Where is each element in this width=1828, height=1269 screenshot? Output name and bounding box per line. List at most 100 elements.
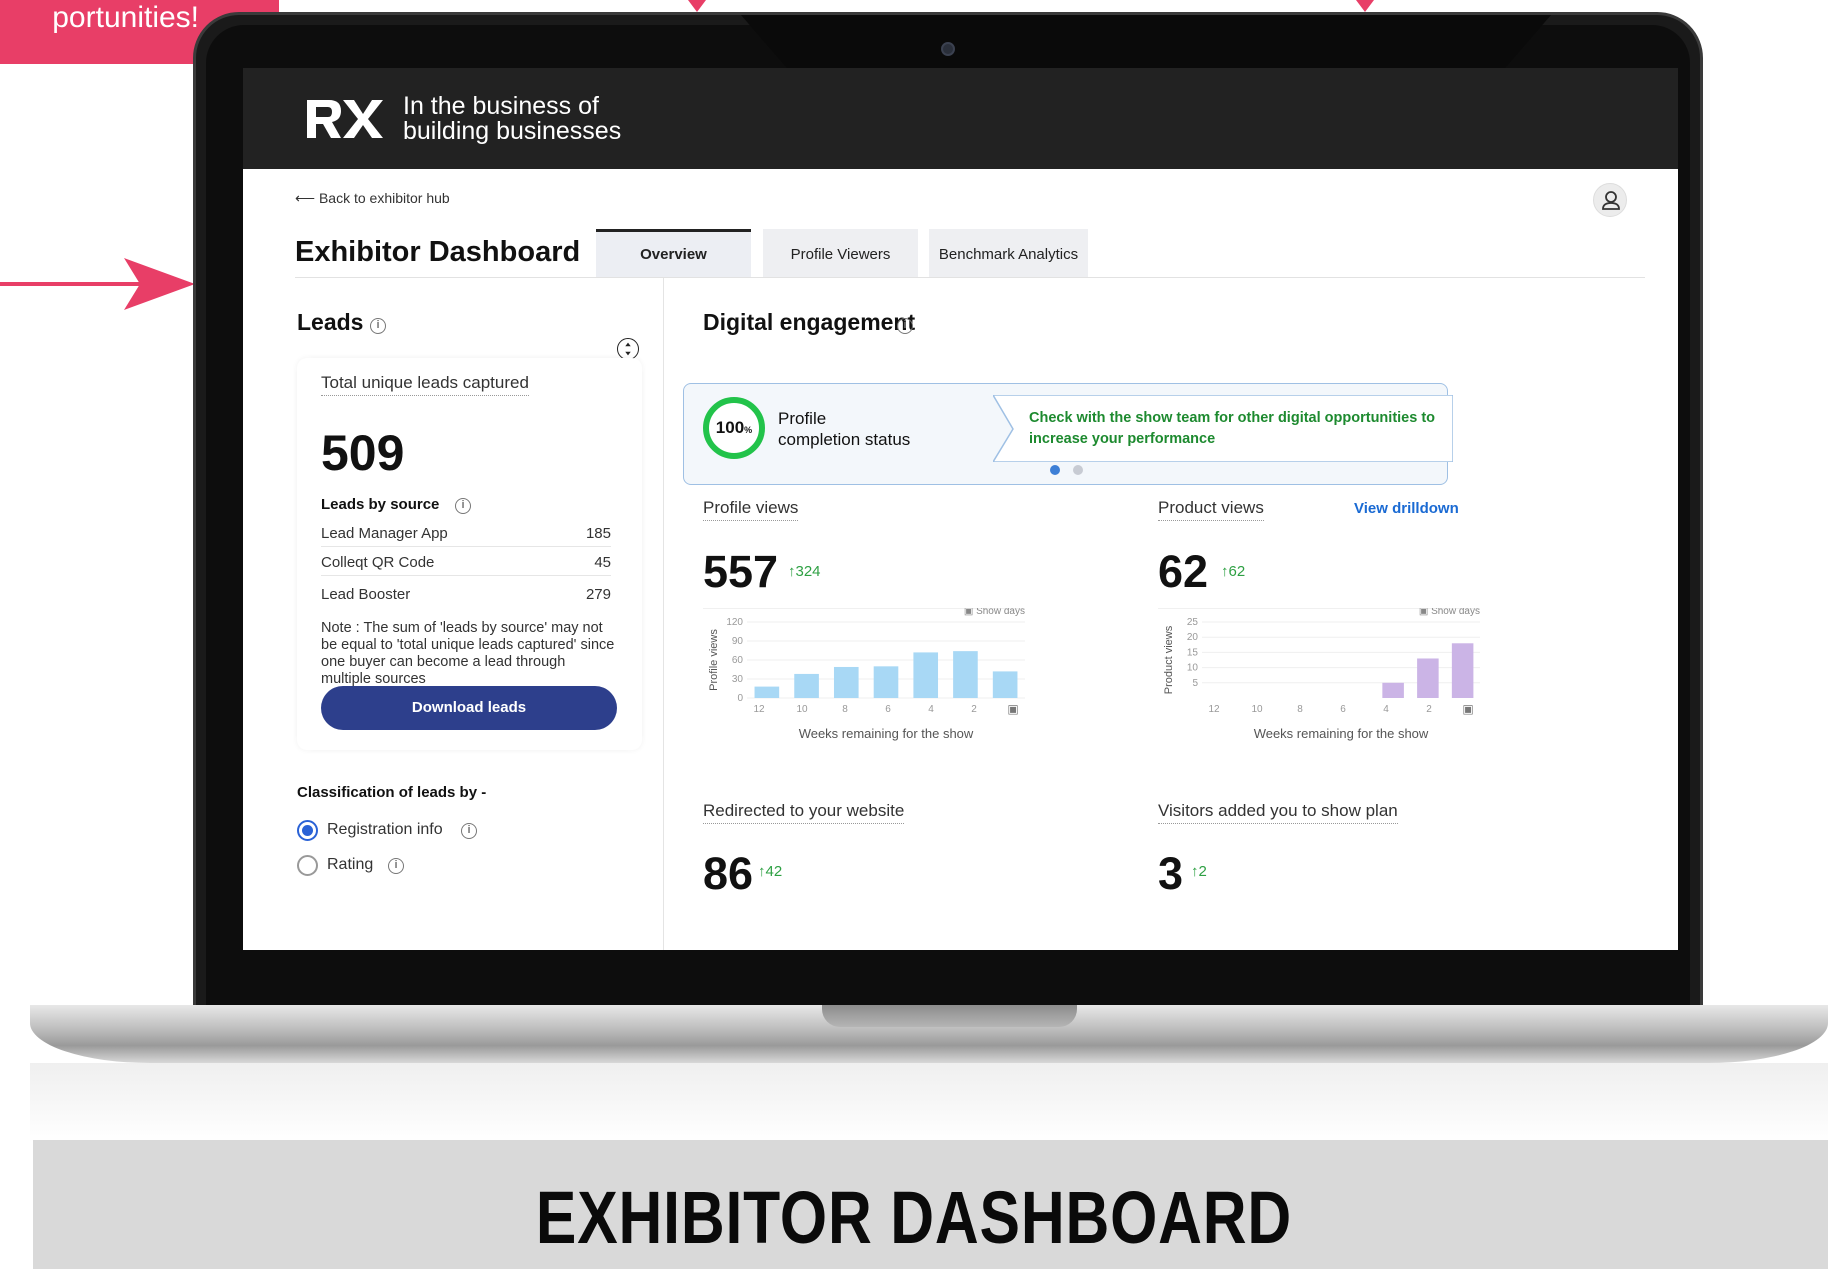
- sort-icon[interactable]: [617, 338, 639, 360]
- x-tick-label: 6: [885, 704, 891, 715]
- pointer-tick: [1356, 0, 1374, 12]
- x-tick-label: 10: [796, 704, 808, 715]
- redirected-label: Redirected to your website: [703, 801, 905, 824]
- carousel-dot[interactable]: [1073, 465, 1083, 475]
- chart-bar: [1417, 658, 1439, 698]
- x-tick-label: 4: [928, 704, 934, 715]
- show-plan-label: Visitors added you to show plan: [1158, 801, 1398, 824]
- view-drilldown-link[interactable]: View drilldown: [1354, 500, 1459, 517]
- y-tick-label: 10: [1187, 663, 1199, 674]
- completion-percent: 100%: [715, 418, 753, 437]
- x-axis-label: Weeks remaining for the show: [1254, 726, 1429, 741]
- pointer-arrow-icon: [0, 258, 195, 310]
- page-title: Exhibitor Dashboard: [295, 236, 581, 268]
- calendar-icon: ▣: [1007, 702, 1018, 716]
- product-views-delta: ↑62: [1221, 563, 1246, 580]
- y-tick-label: 120: [726, 617, 743, 628]
- x-tick-label: 12: [1208, 704, 1220, 715]
- info-icon[interactable]: i: [897, 318, 913, 334]
- total-leads-value: 509: [321, 425, 405, 481]
- y-tick-label: 20: [1187, 632, 1199, 643]
- x-tick-label: 12: [753, 704, 765, 715]
- profile-views-label: Profile views: [703, 498, 799, 521]
- y-axis-label: Profile views: [708, 629, 720, 691]
- product-views-chart: ▣ Show days 5 10 15 20 25 Product views 12 10 8 6 4…: [1158, 608, 1480, 741]
- show-days-legend: ▣ Show days: [964, 608, 1025, 617]
- chart-bar: [1382, 682, 1404, 698]
- chart-bar: [992, 671, 1018, 698]
- x-tick-label: 4: [1383, 704, 1389, 715]
- leads-note: Note : The sum of 'leads by source' may …: [321, 620, 615, 687]
- download-leads-button[interactable]: Download leads: [321, 686, 617, 730]
- calendar-icon: ▣: [1462, 702, 1473, 716]
- y-tick-label: 25: [1187, 617, 1199, 628]
- chart-bar: [1451, 643, 1474, 698]
- callout-text: Check with the show team for other digit…: [1029, 410, 1436, 447]
- x-tick-label: 2: [1426, 704, 1432, 715]
- y-tick-label: 60: [732, 655, 744, 666]
- laptop-hinge: [822, 1005, 1077, 1027]
- classification-heading: Classification of leads by -: [297, 784, 487, 801]
- tab-benchmark-analytics[interactable]: Benchmark Analytics: [929, 229, 1088, 277]
- y-tick-label: 5: [1192, 678, 1198, 689]
- radio-rating[interactable]: [297, 855, 318, 876]
- carousel-dot-active[interactable]: [1050, 465, 1060, 475]
- pointer-tick: [688, 0, 706, 12]
- y-tick-label: 30: [732, 674, 744, 685]
- camera-icon: [941, 42, 955, 56]
- site-header: In the business of building businesses: [243, 68, 1678, 169]
- rx-logo: [307, 100, 383, 138]
- x-tick-label: 6: [1340, 704, 1346, 715]
- arrow-left-icon: ⟵: [295, 190, 319, 206]
- x-tick-label: 2: [971, 704, 977, 715]
- y-tick-label: 15: [1187, 647, 1199, 658]
- laptop-shadow: [30, 1063, 1828, 1143]
- source-row: Colleqt QR Code 45: [321, 554, 611, 576]
- y-tick-label: 90: [732, 636, 744, 647]
- caption-title: EXHIBITOR DASHBOARD: [535, 1176, 1293, 1259]
- chart-bar: [794, 673, 819, 698]
- info-icon[interactable]: i: [455, 498, 471, 514]
- column-divider: [663, 278, 664, 950]
- chart-bar: [833, 666, 859, 698]
- leads-by-source-label: Leads by source: [321, 496, 440, 513]
- x-tick-label: 10: [1251, 704, 1263, 715]
- product-views-value: 62: [1158, 546, 1209, 597]
- y-tick-label: 0: [737, 693, 743, 704]
- x-tick-label: 8: [1297, 704, 1303, 715]
- x-tick-label: 8: [842, 704, 848, 715]
- user-icon: [1602, 191, 1620, 210]
- source-row: Lead Booster 279: [321, 586, 611, 603]
- marketing-stage: portunities! In the business of building…: [0, 0, 1828, 1269]
- leads-heading: Leads: [297, 309, 364, 335]
- chart-bar: [873, 666, 899, 698]
- show-plan-delta: ↑2: [1191, 863, 1207, 880]
- chart-bar: [953, 651, 978, 698]
- show-plan-value: 3: [1158, 848, 1184, 899]
- info-icon[interactable]: i: [388, 858, 404, 874]
- profile-views-chart: ▣ Show days 0 30 60 90 120 Profile views 12 10 8 6…: [703, 608, 1025, 741]
- tab-overview[interactable]: Overview: [596, 229, 751, 277]
- back-link[interactable]: ⟵ Back to exhibitor hub: [295, 190, 450, 207]
- user-account-button[interactable]: [1593, 183, 1627, 217]
- radio-label: Registration info: [327, 821, 443, 838]
- chart-bar: [913, 652, 939, 698]
- info-icon[interactable]: i: [461, 823, 477, 839]
- tab-profile-viewers[interactable]: Profile Viewers: [763, 229, 918, 277]
- engagement-heading: Digital engagement: [703, 309, 916, 335]
- y-axis-label: Product views: [1163, 625, 1175, 694]
- radio-registration-info[interactable]: [297, 820, 318, 841]
- tab-divider: [295, 277, 1645, 278]
- redirected-delta: ↑42: [758, 863, 783, 880]
- tagline: In the business of building businesses: [403, 92, 622, 145]
- show-days-legend: ▣ Show days: [1419, 608, 1480, 617]
- x-axis-label: Weeks remaining for the show: [799, 726, 974, 741]
- redirected-value: 86: [703, 848, 754, 899]
- laptop-screen: In the business of building businesses ⟵…: [243, 68, 1678, 950]
- total-leads-label: Total unique leads captured: [321, 373, 529, 396]
- product-views-label: Product views: [1158, 498, 1264, 521]
- info-icon[interactable]: i: [370, 318, 386, 334]
- radio-label: Rating: [327, 856, 374, 873]
- source-row: Lead Manager App 185: [321, 525, 611, 547]
- completion-label: Profile completion status: [778, 409, 911, 449]
